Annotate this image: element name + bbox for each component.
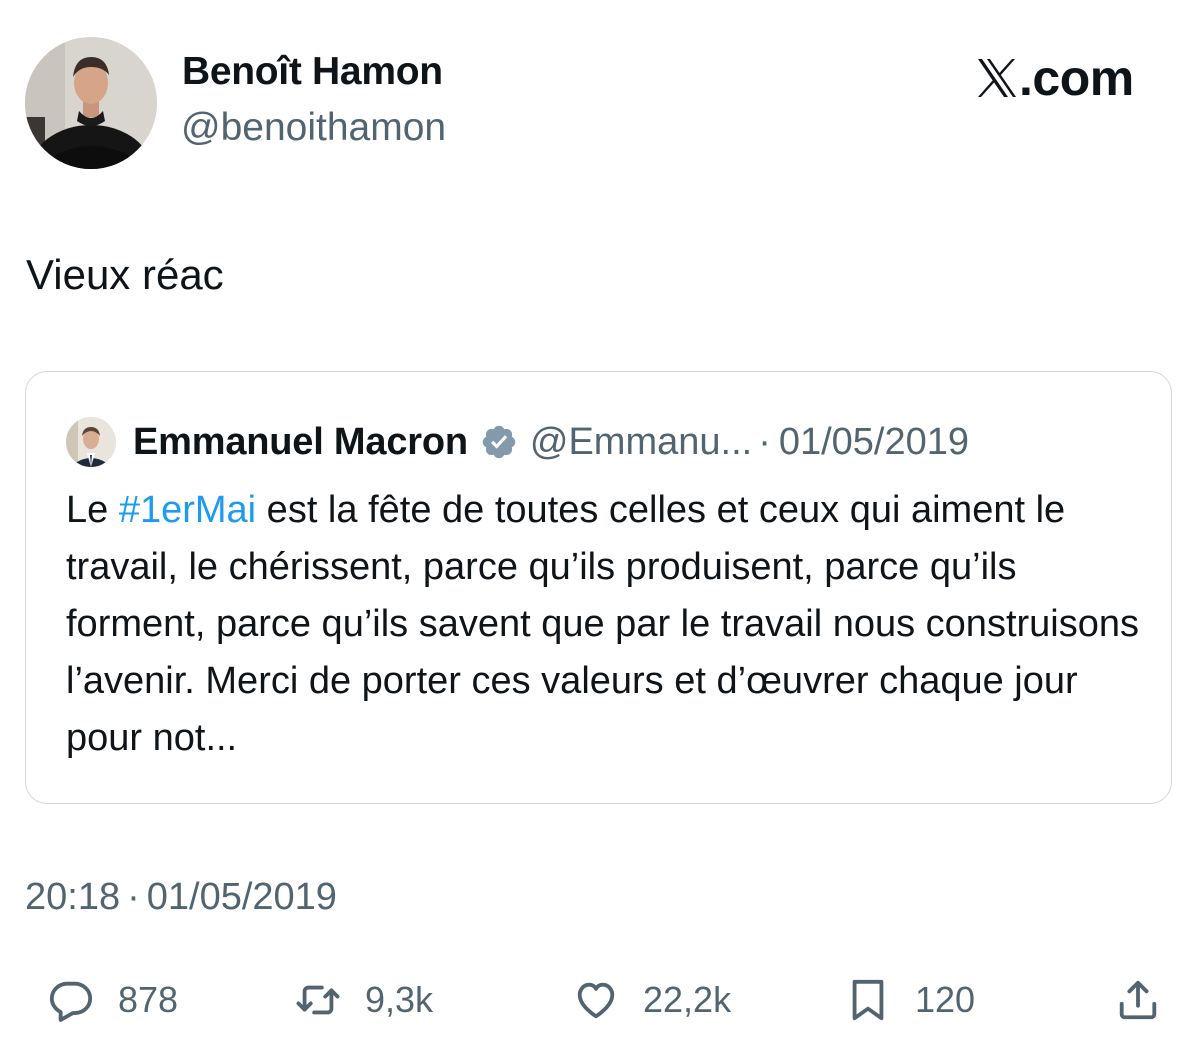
quoted-author-handle[interactable]: @Emmanu...	[530, 421, 752, 464]
heart-icon	[577, 982, 615, 1019]
quoted-tweet-date[interactable]: 01/05/2019	[779, 421, 969, 464]
quoted-author-photo	[66, 417, 116, 467]
retweet-icon	[296, 985, 340, 1015]
x-logo-icon	[978, 59, 1016, 97]
bookmark-icon	[852, 979, 884, 1021]
tweet-time: 20:18	[25, 876, 121, 918]
quoted-tweet-text: Le #1erMai est la fête de toutes celles …	[66, 482, 1146, 767]
bookmark-button[interactable]: 120	[845, 965, 975, 1035]
verified-badge-icon	[482, 425, 516, 459]
quoted-author-avatar[interactable]	[66, 417, 116, 467]
retweet-button[interactable]: 9,3k	[295, 965, 433, 1035]
x-brand: .com	[976, 50, 1134, 106]
share-icon	[1119, 980, 1157, 1020]
like-count: 22,2k	[643, 979, 732, 1020]
hashtag-link[interactable]: #1erMai	[119, 489, 256, 531]
tweet-timestamp[interactable]: 20:18 · 01/05/2019	[25, 876, 337, 919]
reply-icon	[49, 981, 93, 1022]
tweet-date: 01/05/2019	[146, 876, 337, 918]
author-avatar[interactable]	[25, 37, 157, 169]
retweet-count: 9,3k	[365, 979, 434, 1020]
action-bar: 878 9,3k 22,2k 120	[0, 965, 1200, 1035]
quoted-author-name[interactable]: Emmanuel Macron	[133, 421, 468, 464]
tweet-screenshot: Benoît Hamon @benoithamon .com Vieux réa…	[0, 0, 1200, 1057]
like-button[interactable]: 22,2k	[573, 965, 731, 1035]
timestamp-separator: ·	[127, 876, 140, 918]
author-name[interactable]: Benoît Hamon	[182, 50, 443, 94]
reply-button[interactable]: 878	[48, 965, 178, 1035]
author-handle[interactable]: @benoithamon	[181, 106, 446, 150]
bookmark-count: 120	[915, 979, 976, 1020]
brand-domain: .com	[1019, 50, 1134, 106]
reply-count: 878	[118, 979, 179, 1020]
author-photo	[25, 37, 157, 169]
quoted-tweet-header: Emmanuel Macron @Emmanu... · 01/05/2019	[133, 412, 969, 472]
quoted-text-before: Le	[66, 489, 119, 531]
share-button[interactable]	[1115, 965, 1161, 1035]
quoted-tweet-card[interactable]: Emmanuel Macron @Emmanu... · 01/05/2019 …	[25, 371, 1172, 804]
tweet-text: Vieux réac	[26, 251, 224, 298]
quoted-header-separator: ·	[758, 420, 771, 463]
